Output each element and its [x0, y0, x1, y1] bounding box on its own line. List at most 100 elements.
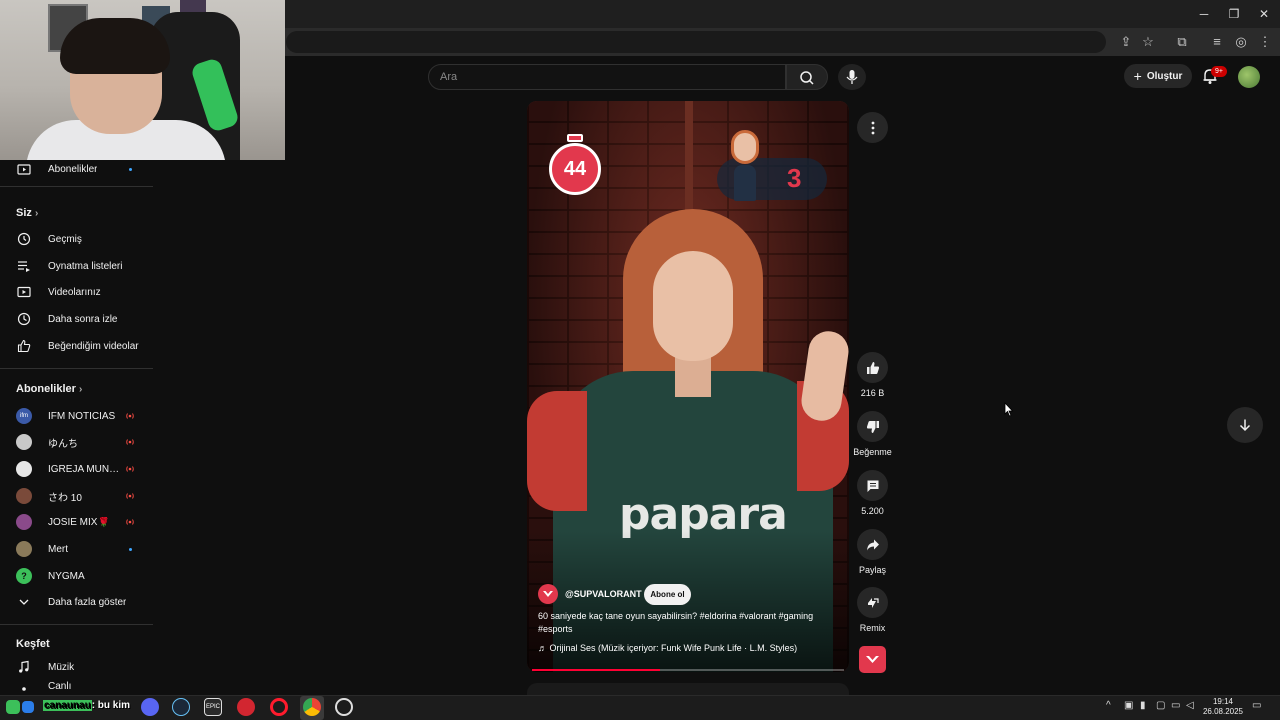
arrow-down-icon — [1239, 419, 1251, 432]
show-more-button[interactable]: Daha fazla göster — [0, 589, 153, 615]
explore-section-header: Keşfet — [16, 638, 50, 650]
system-clock[interactable]: 19:14 26.08.2025 — [1198, 697, 1248, 717]
search-button[interactable] — [786, 64, 828, 90]
channel-avatar[interactable] — [538, 584, 558, 604]
channel-avatar: ? — [16, 568, 32, 584]
sidebar-item-channel[interactable]: さわ 10 — [0, 483, 153, 509]
voice-search-button[interactable] — [838, 64, 866, 90]
volume-icon[interactable]: ◁ — [1186, 700, 1194, 711]
jersey-sleeve — [527, 391, 587, 511]
tray-mic-icon[interactable]: ▮ — [1140, 700, 1146, 711]
stopwatch-button-icon — [567, 134, 583, 142]
like-button[interactable] — [857, 352, 888, 383]
channel-avatar — [16, 514, 32, 530]
short-description[interactable]: 60 saniyede kaç tane oyun sayabilirsin? … — [538, 610, 834, 636]
steam-icon[interactable] — [172, 698, 190, 716]
sidebar-item-watch-later[interactable]: Daha sonra izle — [0, 306, 153, 332]
sidebar-divider — [0, 624, 153, 625]
obs-icon[interactable] — [335, 698, 353, 716]
sidebar-item-label: Abonelikler — [48, 163, 98, 175]
your-videos-icon — [16, 284, 32, 300]
close-icon[interactable]: ✕ — [1248, 4, 1280, 24]
sidebar-item-label: Beğendiğim videolar — [48, 340, 139, 352]
sidebar-item-channel[interactable]: IGREJA MUNDIA... — [0, 456, 153, 482]
bookmark-star-icon[interactable]: ☆ — [1139, 33, 1157, 51]
sound-source-thumbnail[interactable] — [859, 646, 886, 673]
chevron-right-icon: › — [78, 384, 83, 395]
more-options-button[interactable] — [857, 112, 888, 143]
next-short-button[interactable] — [1227, 407, 1263, 443]
create-button[interactable]: + Oluştur — [1124, 64, 1192, 88]
sidebar-item-subscriptions[interactable]: Abonelikler — [0, 156, 153, 182]
tray-display-icon[interactable]: ▢ — [1156, 700, 1165, 711]
share-icon — [866, 539, 879, 550]
share-label: Paylaş — [858, 565, 886, 575]
profile-icon[interactable]: ◎ — [1232, 33, 1250, 51]
tray-overflow-icon[interactable]: ^ — [1106, 700, 1111, 711]
riot-client-icon[interactable] — [237, 698, 255, 716]
chevron-down-icon — [16, 594, 32, 610]
sidebar-item-your-videos[interactable]: Videolarınız — [0, 279, 153, 305]
sidebar-item-history[interactable]: Geçmiş — [0, 226, 153, 252]
sidebar-item-channel[interactable]: JOSIE MIX🌹 — [0, 509, 153, 535]
address-bar[interactable] — [286, 31, 1106, 53]
subscribe-button[interactable]: Abone ol — [644, 584, 691, 605]
show-more-label: Daha fazla göster — [48, 596, 127, 608]
sidebar-item-live[interactable]: Canlı — [0, 681, 153, 695]
discord-icon[interactable] — [141, 698, 159, 716]
remix-label: Remix — [859, 623, 886, 633]
media-control-icon[interactable]: ≡ — [1208, 33, 1226, 51]
video-progress-fill — [532, 669, 660, 671]
channel-avatar — [16, 434, 32, 450]
tray-app-icon[interactable]: ▣ — [1124, 700, 1133, 711]
sidebar-item-label: Daha sonra izle — [48, 313, 118, 325]
network-icon[interactable]: ▭ — [1171, 700, 1180, 711]
sidebar-item-music[interactable]: Müzik — [0, 654, 153, 680]
channel-name: Mert — [48, 543, 68, 555]
sidebar-item-liked-videos[interactable]: Beğendiğim videolar — [0, 333, 153, 359]
restore-icon[interactable]: ❐ — [1218, 4, 1250, 24]
channel-avatar — [16, 461, 32, 477]
epic-games-icon[interactable]: EPIC — [204, 698, 222, 716]
you-section-header[interactable]: Siz › — [16, 207, 38, 219]
sidebar-divider — [0, 186, 153, 187]
chevron-right-icon: › — [34, 208, 39, 219]
sidebar-item-channel[interactable]: ゆんち — [0, 429, 153, 455]
sidebar-item-label: Canlı — [48, 681, 72, 692]
countdown-timer: 44 — [549, 143, 601, 195]
dislike-label: Beğenme — [853, 447, 892, 457]
remix-button[interactable] — [857, 587, 888, 618]
install-app-icon[interactable]: ⇪ — [1117, 33, 1135, 51]
score-avatar-head — [731, 130, 759, 164]
sidebar-item-channel[interactable]: Mert — [0, 536, 153, 562]
more-vert-icon — [871, 121, 874, 134]
comment-count: 5.200 — [861, 506, 884, 516]
sidebar-item-playlists[interactable]: Oynatma listeleri — [0, 253, 153, 279]
subscriptions-section-header[interactable]: Abonelikler › — [16, 383, 82, 395]
notification-center-icon[interactable]: ▭ — [1252, 700, 1261, 711]
chrome-icon[interactable] — [303, 698, 321, 716]
dislike-button[interactable] — [857, 411, 888, 442]
sidebar-item-channel[interactable]: ? NYGMA — [0, 563, 153, 589]
share-button[interactable] — [857, 529, 888, 560]
sidebar-item-channel[interactable]: ifm IFM NOTICIAS — [0, 403, 153, 429]
search-input[interactable]: Ara — [428, 64, 786, 90]
live-indicator-icon — [126, 413, 134, 419]
sidebar-item-label: Müzik — [48, 661, 75, 673]
browser-menu-icon[interactable]: ⋮ — [1256, 33, 1274, 51]
minimize-icon[interactable]: ─ — [1188, 4, 1220, 24]
extensions-icon[interactable]: ⧉ — [1173, 33, 1191, 51]
thumbs-down-icon — [866, 420, 879, 433]
channel-name: さわ 10 — [48, 492, 82, 504]
audio-track-link[interactable]: ♬ Orijinal Ses (Müzik içeriyor: Funk Wif… — [538, 643, 838, 653]
start-icon[interactable] — [6, 700, 20, 714]
valorant-logo-icon — [866, 656, 879, 663]
channel-name-link[interactable]: @SUPVALORANT — [565, 589, 642, 599]
search-icon — [800, 71, 814, 85]
create-label: Oluştur — [1146, 70, 1183, 82]
opera-gx-icon[interactable] — [270, 698, 288, 716]
comments-button[interactable] — [857, 470, 888, 501]
search-taskbar-icon[interactable] — [22, 701, 34, 713]
sidebar-item-label: Oynatma listeleri — [48, 260, 123, 272]
account-avatar[interactable] — [1238, 66, 1260, 88]
